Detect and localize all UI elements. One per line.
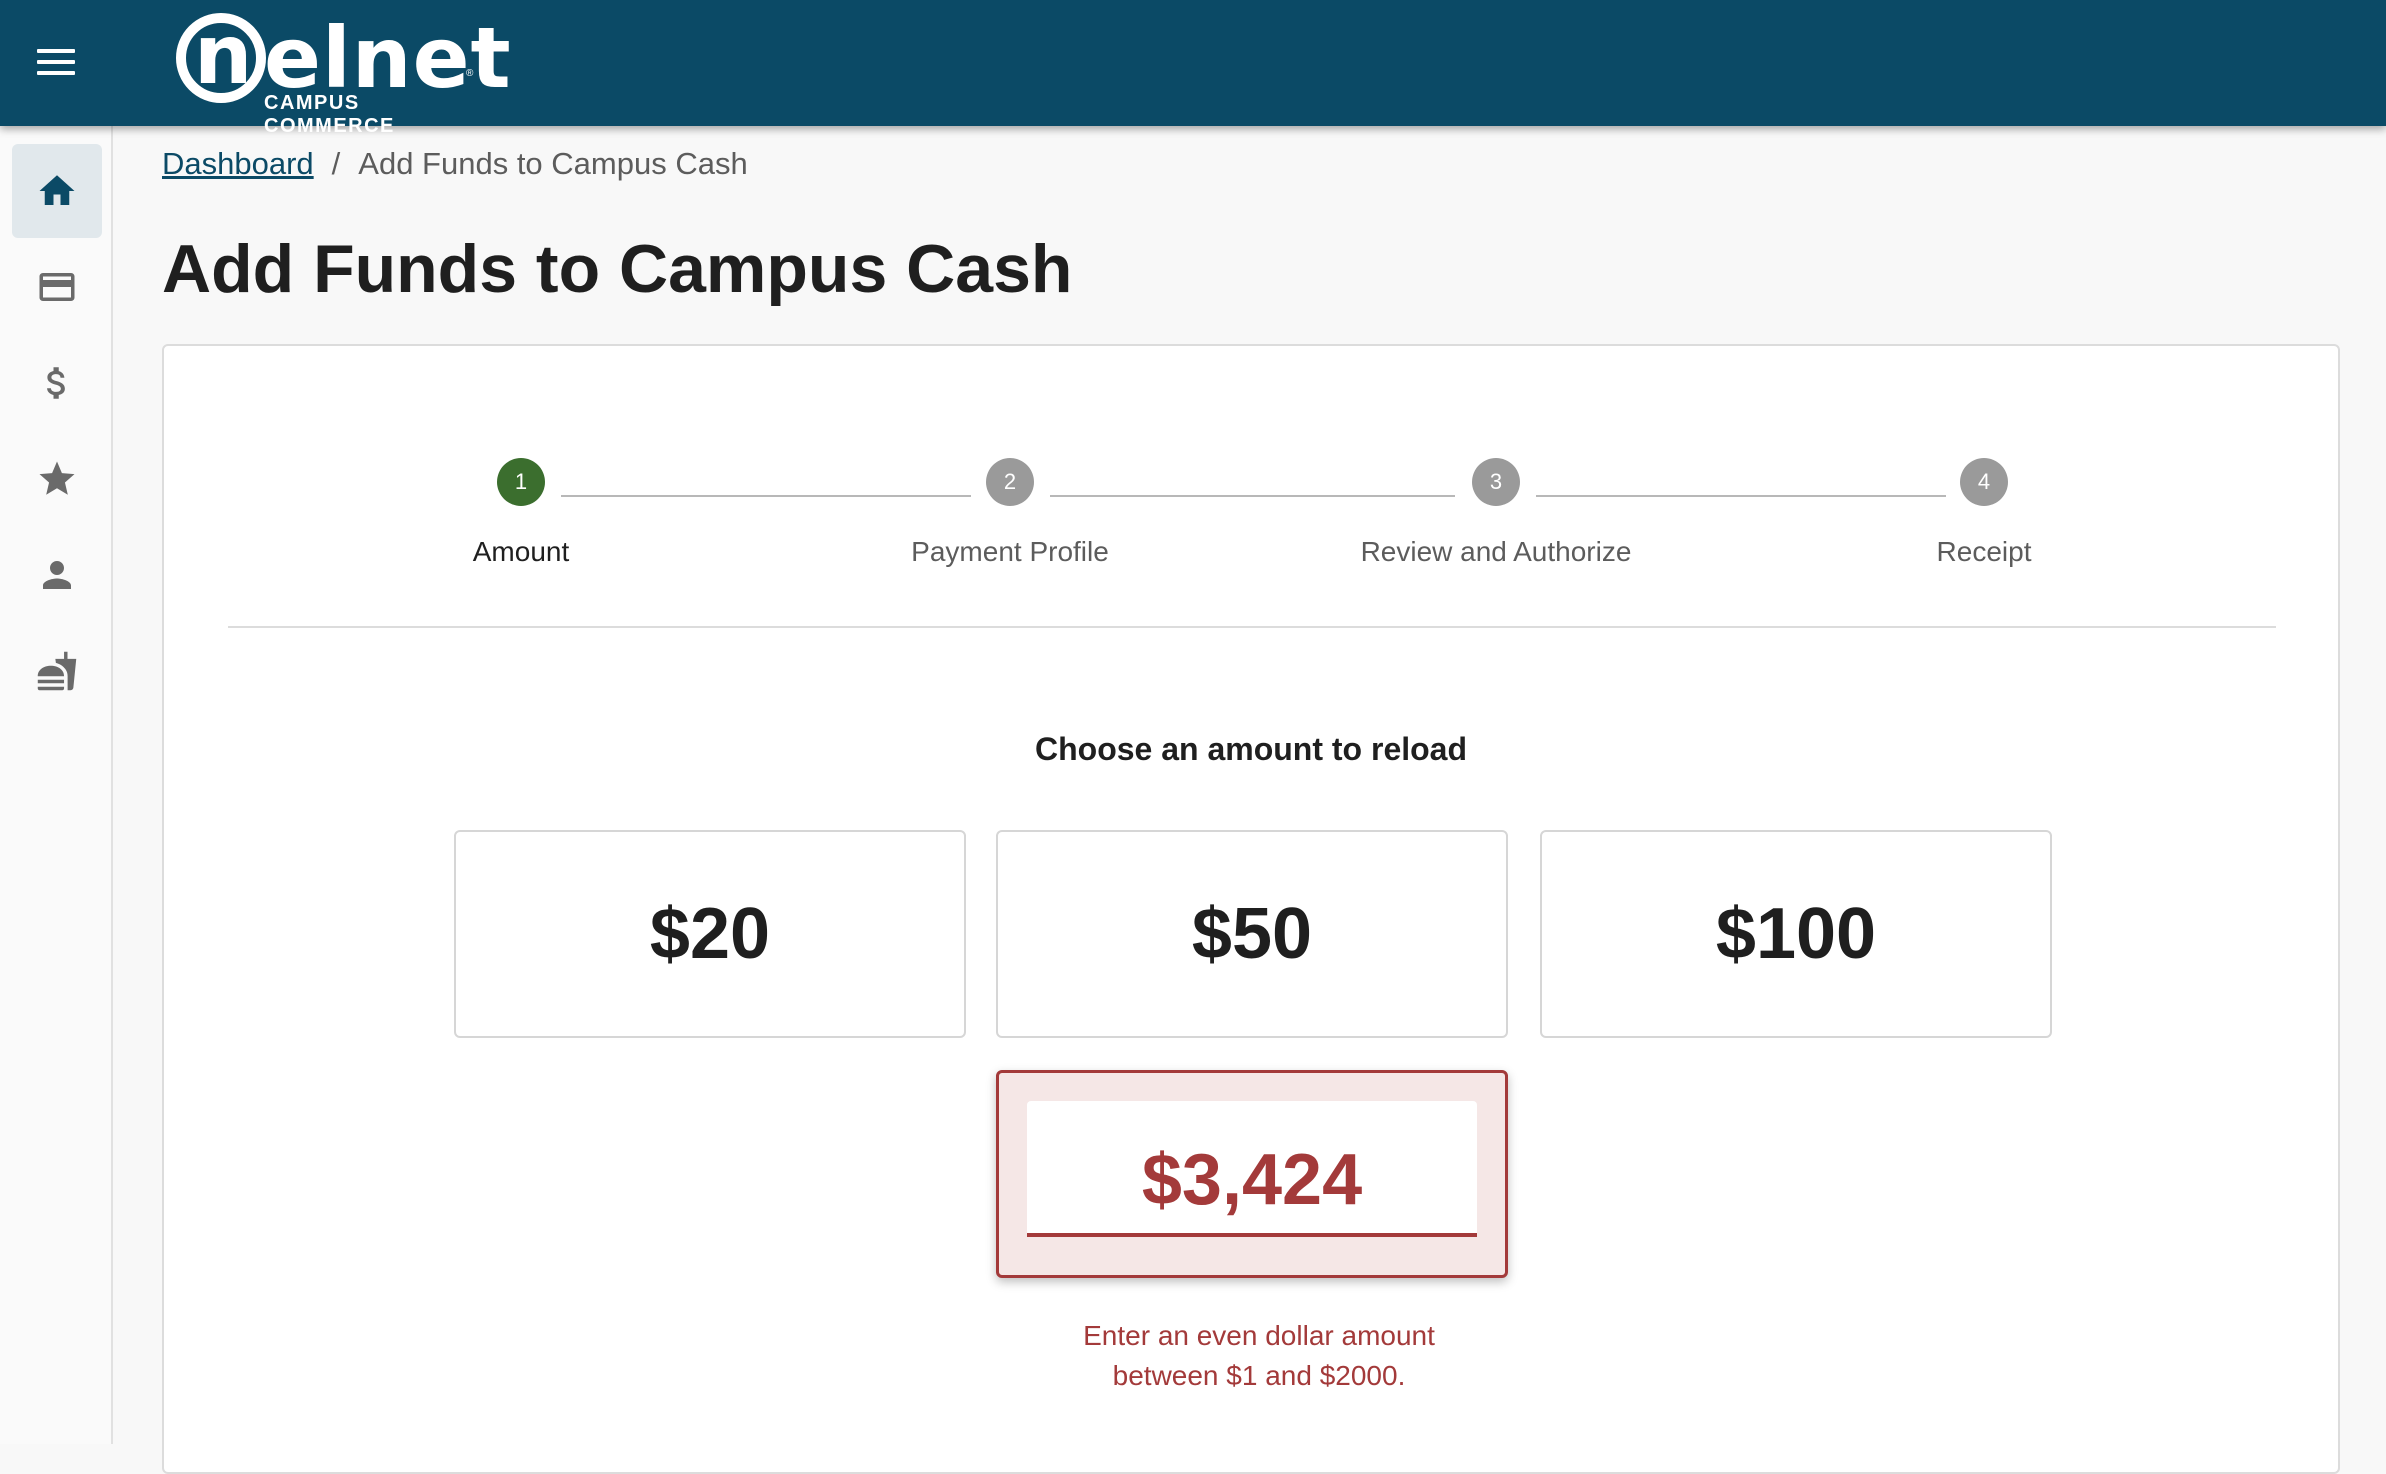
step-label: Amount [472,536,570,567]
sidebar-item-funds[interactable] [12,336,102,430]
sidebar-item-account[interactable] [12,528,102,622]
add-funds-card: 1 Amount 2 Payment Profile 3 Review and … [162,344,2340,1474]
logo-subtitle: CAMPUS COMMERCE [264,92,395,137]
step-number: 1 [497,458,545,506]
stepper-divider [228,626,2276,628]
sidebar-item-cards[interactable] [12,240,102,334]
step-number: 3 [1472,458,1520,506]
dollar-icon [47,367,65,399]
fastfood-icon [37,651,77,691]
sidebar-item-home[interactable] [12,144,102,238]
amount-20-button[interactable]: $20 [454,830,966,1038]
step-amount: 1 Amount [371,458,671,568]
breadcrumb: Dashboard / Add Funds to Campus Cash [162,146,748,182]
top-app-bar: n elnet ® CAMPUS COMMERCE [0,0,2386,137]
step-label: Review and Authorize [1360,536,1632,567]
step-receipt: 4 Receipt [1834,458,2134,568]
amount-50-button[interactable]: $50 [996,830,1508,1038]
person-icon [43,561,71,589]
amount-heading: Choose an amount to reload [1034,731,1468,767]
page-title: Add Funds to Campus Cash [162,231,1073,307]
sidebar-item-favorites[interactable] [12,432,102,526]
error-line: Enter an even dollar amount [1083,1320,1435,1351]
amount-error-message: Enter an even dollar amount between $1 a… [996,1316,1522,1396]
logo-letter: n [194,8,253,103]
breadcrumb-current: Add Funds to Campus Cash [358,146,748,181]
home-icon [39,175,75,205]
logo-registered: ® [466,68,474,79]
step-label: Receipt [1936,536,2032,567]
step-number: 4 [1960,458,2008,506]
amount-100-button[interactable]: $100 [1540,830,2052,1038]
nelnet-logo[interactable]: n elnet ® CAMPUS COMMERCE [172,8,511,137]
star-icon [39,461,75,495]
menu-icon[interactable] [24,30,88,94]
credit-card-icon [39,273,75,301]
sidebar-item-dining[interactable] [12,624,102,718]
custom-amount-input[interactable] [1027,1101,1477,1237]
breadcrumb-separator: / [331,146,341,181]
step-review-authorize: 3 Review and Authorize [1346,458,1646,568]
step-label: Payment Profile [911,536,1109,567]
breadcrumb-dashboard-link[interactable]: Dashboard [162,146,314,182]
custom-amount-box[interactable] [996,1070,1508,1278]
step-payment-profile: 2 Payment Profile [860,458,1160,568]
step-number: 2 [986,458,1034,506]
stepper: 1 Amount 2 Payment Profile 3 Review and … [164,458,2338,598]
error-line: between $1 and $2000. [1112,1360,1406,1391]
sidebar-nav [0,126,113,1444]
